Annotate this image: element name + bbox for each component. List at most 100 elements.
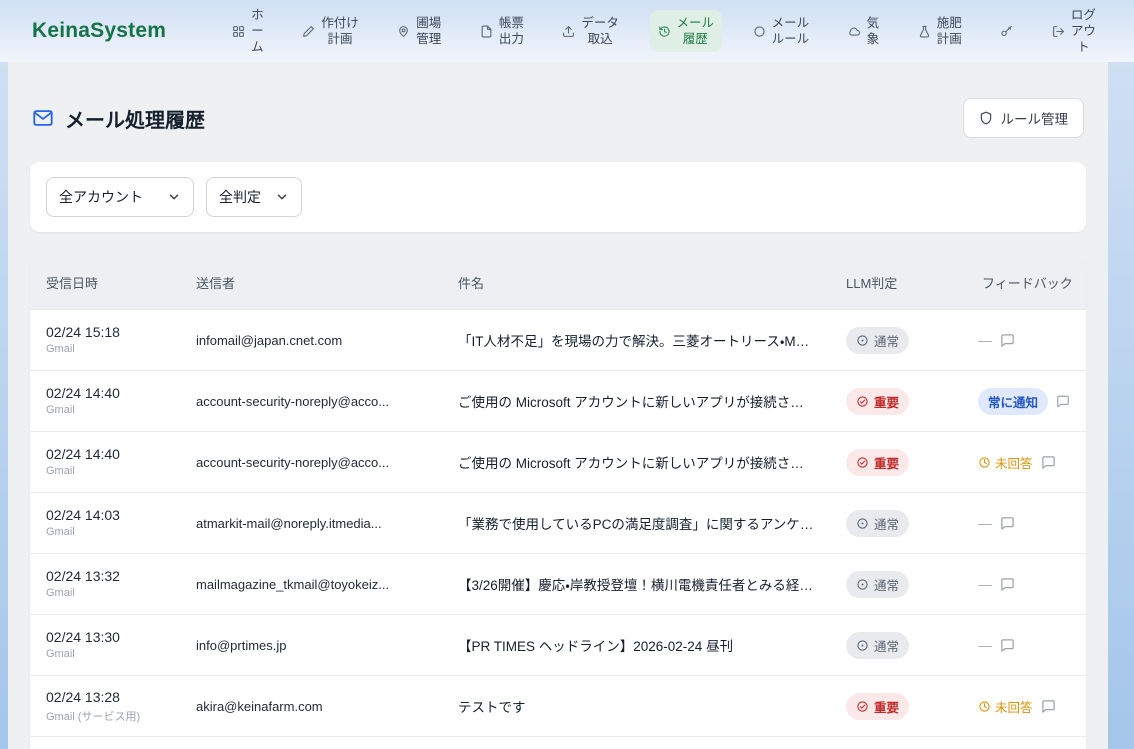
nav-item-label: ログ アウ ト <box>1071 7 1096 56</box>
llm-judgment-cell: 通常 <box>830 562 966 607</box>
table-row[interactable]: 02/24 13:32 Gmail mailmagazine_tkmail@to… <box>30 553 1086 614</box>
subject: 「IT人材不足」を現場の力で解決。三菱オートリース・MS＆AD... <box>442 321 830 359</box>
nav-item-field-management[interactable]: 圃場 管理 <box>389 10 449 53</box>
always-notify-badge: 常に通知 <box>978 388 1048 415</box>
chat-bubble-icon[interactable] <box>1000 516 1015 531</box>
circle-dot-icon <box>856 517 869 530</box>
account-filter-select[interactable]: 全アカウント <box>46 177 194 217</box>
no-feedback-dash: — <box>978 332 992 348</box>
chat-bubble-icon[interactable] <box>1000 333 1015 348</box>
llm-judgment-cell: 通常 <box>830 623 966 668</box>
circle-dot-icon <box>856 639 869 652</box>
table-body: 02/24 15:18 Gmail infomail@japan.cnet.co… <box>30 309 1086 749</box>
judgment-filter-select[interactable]: 全判定 <box>206 177 302 217</box>
column-header-sender: 送信者 <box>180 256 442 309</box>
no-feedback-dash: — <box>978 576 992 592</box>
chat-bubble-icon[interactable] <box>1041 455 1056 470</box>
flask-icon <box>918 25 931 38</box>
llm-judgment-label: 通常 <box>874 331 899 350</box>
table-header: 受信日時 送信者 件名 LLM判定 フィードバック <box>30 256 1086 309</box>
nav-item-data-import[interactable]: データ 取込 <box>554 10 627 53</box>
llm-judgment-cell: 重要 <box>830 684 966 729</box>
page-header: メール処理履歴 ルール管理 <box>30 98 1086 138</box>
subject: テストです <box>442 687 830 725</box>
account-label: Gmail <box>46 648 164 661</box>
nav-item-report-output[interactable]: 帳票 出力 <box>472 10 532 53</box>
received-datetime: 02/24 14:40 <box>46 446 164 462</box>
account-label: Gmail <box>46 465 164 478</box>
llm-judgment-cell: 重要 <box>830 379 966 424</box>
table-row[interactable]: 02/24 14:03 Gmail atmarkit-mail@noreply.… <box>30 492 1086 553</box>
feedback-cell: — 常に通知 未回答 <box>966 444 1086 481</box>
no-feedback-dash: — <box>978 637 992 653</box>
account-label: Gmail <box>46 404 164 417</box>
nav-item-mail-history[interactable]: メール 履歴 <box>650 10 723 53</box>
table-row[interactable]: 02/24 13:28 Gmail (サービス用) akira@keinafar… <box>30 675 1086 736</box>
app-logo[interactable]: KeinaSystem <box>32 19 166 43</box>
datetime-cell: 02/24 13:30 Gmail <box>30 620 180 670</box>
feedback-cell: — 常に通知 未回答 <box>966 688 1086 725</box>
subject: ご使用の Microsoft アカウントに新しいアプリが接続されました <box>442 382 830 420</box>
feedback-cell: — 常に通知 未回答 <box>966 506 1086 540</box>
logout-icon <box>1052 25 1065 38</box>
llm-judgment-badge: 通常 <box>846 571 909 598</box>
table-row[interactable]: 02/24 14:40 Gmail account-security-norep… <box>30 431 1086 492</box>
filter-bar: 全アカウント 全判定 <box>30 162 1086 232</box>
sender: infomail@japan.cnet.com <box>180 324 442 357</box>
datetime-cell: 02/24 14:40 Gmail <box>30 437 180 487</box>
received-datetime: 02/24 13:32 <box>46 568 164 584</box>
nav-item-weather[interactable]: 気 象 <box>840 10 888 53</box>
chevron-down-icon <box>275 190 289 204</box>
received-datetime: 02/24 13:30 <box>46 629 164 645</box>
main-content: メール処理履歴 ルール管理 全アカウント 全判定 受信日時 送信者 件名 LLM… <box>8 62 1108 749</box>
chat-bubble-icon[interactable] <box>1000 577 1015 592</box>
table-row[interactable]: 02/24 13:30 Gmail info@prtimes.jp 【PR TI… <box>30 614 1086 675</box>
nav-item-label: 圃場 管理 <box>416 15 441 48</box>
table-row[interactable]: 02/24 12:10 digital@kochinews.jp 四万十福祉専門… <box>30 736 1086 749</box>
account-label: Gmail <box>46 343 164 356</box>
nav-item-label: メール 履歴 <box>677 15 715 48</box>
nav-item-label: 施肥 計画 <box>937 15 962 48</box>
chat-bubble-icon[interactable] <box>1000 638 1015 653</box>
top-navigation: KeinaSystem ホ ー ム 作付け 計画 圃場 管理 帳票 出力 データ… <box>0 0 1134 62</box>
nav-item-mail-rules[interactable]: メール ルール <box>745 10 818 53</box>
datetime-cell: 02/24 14:03 Gmail <box>30 498 180 548</box>
mail-history-table: 受信日時 送信者 件名 LLM判定 フィードバック 02/24 15:18 Gm… <box>30 256 1086 749</box>
circle-icon <box>753 25 766 38</box>
cloud-icon <box>848 25 861 38</box>
subject: 【PR TIMES ヘッドライン】2026-02-24 昼刊 <box>442 626 830 664</box>
unanswered-status: 未回答 <box>978 697 1033 716</box>
column-header-feedback: フィードバック <box>966 256 1086 309</box>
datetime-cell: 02/24 13:28 Gmail (サービス用) <box>30 680 180 733</box>
upload-icon <box>562 25 575 38</box>
circle-check-icon <box>856 456 869 469</box>
subject: ご使用の Microsoft アカウントに新しいアプリが接続されました <box>442 443 830 481</box>
account-filter-value: 全アカウント <box>59 187 143 207</box>
datetime-cell: 02/24 14:40 Gmail <box>30 376 180 426</box>
nav-item-label: 作付け 計画 <box>321 15 359 48</box>
llm-judgment-cell: 通常 <box>830 501 966 546</box>
nav-item-fertilization-plan[interactable]: 施肥 計画 <box>910 10 970 53</box>
chat-bubble-icon[interactable] <box>1056 394 1070 409</box>
chat-bubble-icon[interactable] <box>1041 699 1056 714</box>
llm-judgment-badge: 重要 <box>846 449 909 476</box>
mail-icon <box>32 107 54 129</box>
rule-management-button[interactable]: ルール管理 <box>963 98 1085 138</box>
received-datetime: 02/24 15:18 <box>46 324 164 340</box>
account-label: Gmail (サービス用) <box>46 708 164 724</box>
table-row[interactable]: 02/24 15:18 Gmail infomail@japan.cnet.co… <box>30 309 1086 370</box>
subject: 「業務で使用しているPCの満足度調査」に関するアンケート ≪... <box>442 504 830 542</box>
llm-judgment-cell: 通常 <box>830 745 966 749</box>
nav-item-key[interactable] <box>992 20 1021 43</box>
table-row[interactable]: 02/24 14:40 Gmail account-security-norep… <box>30 370 1086 431</box>
nav-item-logout[interactable]: ログ アウ ト <box>1044 2 1104 61</box>
llm-judgment-label: 通常 <box>874 636 899 655</box>
nav-item-home[interactable]: ホ ー ム <box>224 2 272 61</box>
sender: atmarkit-mail@noreply.itmedia... <box>180 507 442 540</box>
rule-management-label: ルール管理 <box>1001 108 1069 128</box>
feedback-cell: — 常に通知 未回答 <box>966 628 1086 662</box>
nav-item-label: 帳票 出力 <box>499 15 524 48</box>
nav-item-label: 気 象 <box>867 15 880 48</box>
circle-dot-icon <box>856 334 869 347</box>
nav-item-planting-plan[interactable]: 作付け 計画 <box>294 10 367 53</box>
